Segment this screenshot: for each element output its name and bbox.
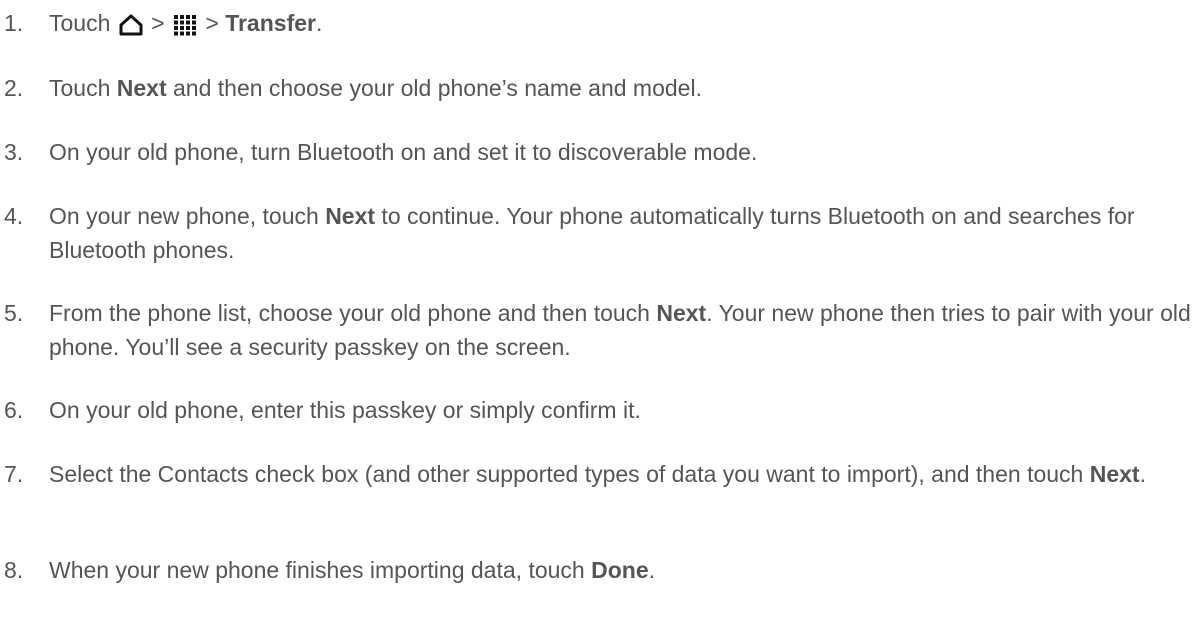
step-text-pre: Touch: [49, 10, 111, 36]
step-3: 3. On your old phone, turn Bluetooth on …: [0, 135, 1195, 169]
step-number: 5.: [4, 300, 24, 326]
separator: >: [151, 10, 165, 36]
step-4: 4. On your new phone, touch Next to cont…: [0, 199, 1195, 267]
step-text-pre: Touch: [49, 75, 117, 101]
menu-item-transfer: Transfer: [225, 10, 316, 36]
step-number: 8.: [4, 557, 24, 583]
step-text-post: .: [1139, 461, 1146, 487]
step-text-pre: On your new phone, touch: [49, 203, 326, 229]
step-number: 3.: [4, 139, 24, 165]
step-text: On your old phone, enter this passkey or…: [49, 397, 641, 423]
step-text-post: and then choose your old phone’s name an…: [166, 75, 702, 101]
step-text: On your old phone, turn Bluetooth on and…: [49, 139, 758, 165]
step-text: Touch Next and then choose your old phon…: [49, 71, 1195, 105]
apps-grid-icon: [173, 11, 197, 45]
step-number: 4.: [4, 203, 24, 229]
step-7: 7. Select the Contacts check box (and ot…: [0, 457, 1195, 491]
step-6: 6. On your old phone, enter this passkey…: [0, 393, 1195, 427]
step-text-pre: From the phone list, choose your old pho…: [49, 300, 657, 326]
separator: >: [205, 10, 219, 36]
step-text-post: .: [315, 10, 323, 36]
step-2: 2. Touch Next and then choose your old p…: [0, 71, 1195, 105]
step-text-pre: When your new phone finishes importing d…: [49, 557, 592, 583]
step-text: From the phone list, choose your old pho…: [49, 296, 1195, 364]
step-text: Touch > > Transfer.: [49, 6, 1195, 45]
step-number: 1.: [4, 10, 24, 36]
step-text-post: .: [648, 557, 655, 583]
button-label-done: Done: [591, 557, 649, 583]
button-label-next: Next: [116, 75, 167, 101]
step-text: Select the Contacts check box (and other…: [49, 457, 1195, 491]
step-text: On your new phone, touch Next to continu…: [49, 199, 1195, 267]
button-label-next: Next: [1089, 461, 1140, 487]
button-label-next: Next: [325, 203, 376, 229]
step-number: 2.: [4, 75, 24, 101]
step-text-pre: Select the Contacts check box (and other…: [49, 461, 1090, 487]
step-number: 7.: [4, 461, 24, 487]
step-text: When your new phone finishes importing d…: [49, 553, 1195, 587]
step-number: 6.: [4, 397, 24, 423]
button-label-next: Next: [656, 300, 707, 326]
step-1: 1. Touch > > Transfer.: [0, 6, 1195, 45]
step-8: 8. When your new phone finishes importin…: [0, 553, 1195, 587]
home-icon: [119, 11, 143, 45]
step-5: 5. From the phone list, choose your old …: [0, 296, 1195, 364]
